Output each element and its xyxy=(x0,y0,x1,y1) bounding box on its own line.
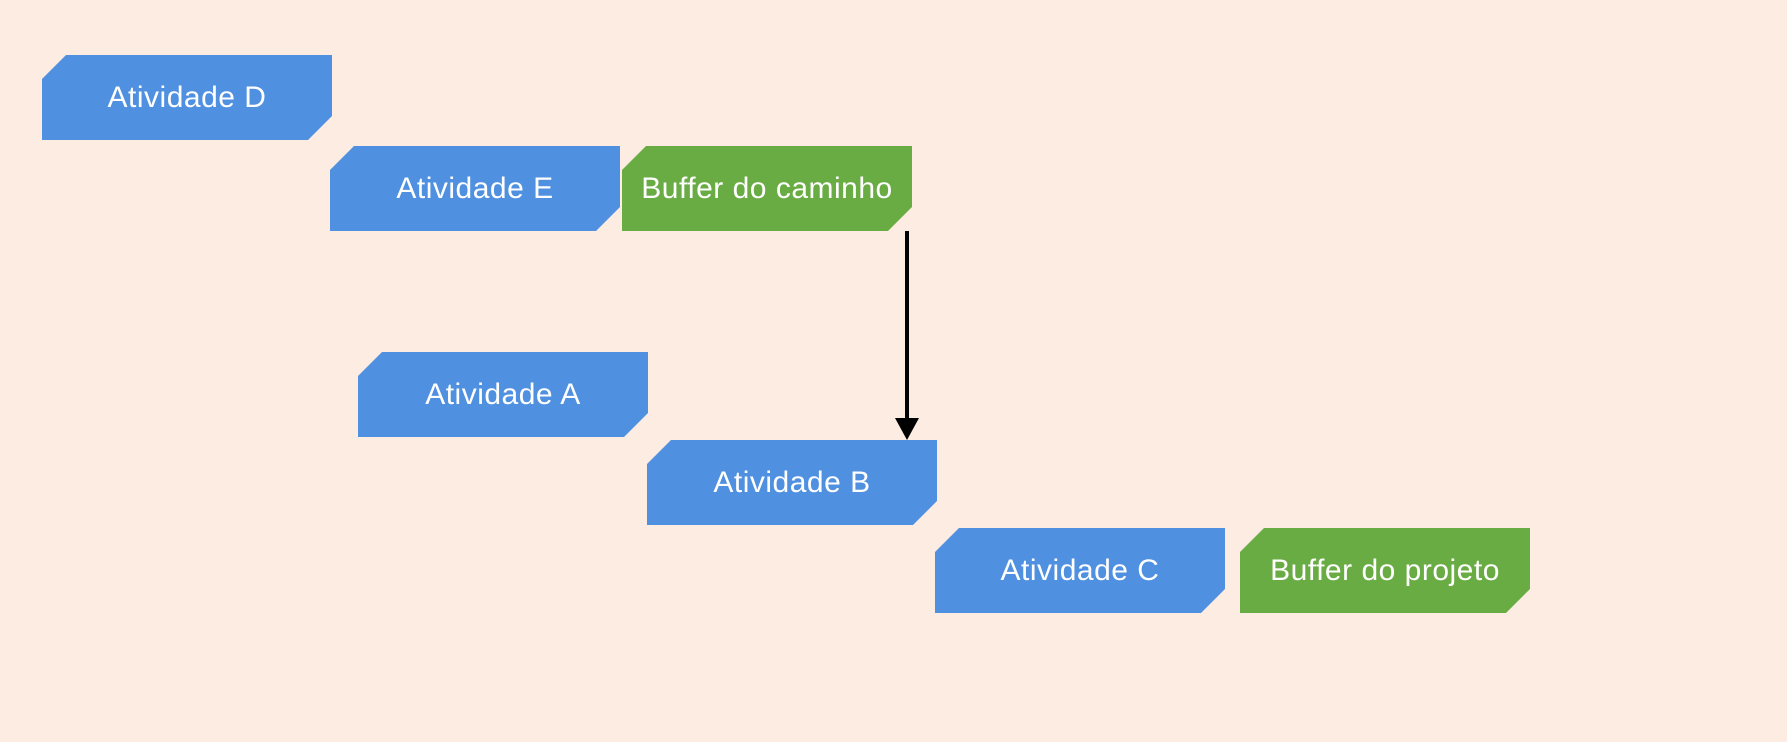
path-buffer-box: Buffer do caminho xyxy=(622,146,912,231)
activity-d-label: Atividade D xyxy=(108,79,267,117)
activity-c-box: Atividade C xyxy=(935,528,1225,613)
dependency-arrow-line xyxy=(905,231,909,418)
project-buffer-label: Buffer do projeto xyxy=(1270,552,1500,590)
activity-e-box: Atividade E xyxy=(330,146,620,231)
activity-a-box: Atividade A xyxy=(358,352,648,437)
activity-b-box: Atividade B xyxy=(647,440,937,525)
activity-a-label: Atividade A xyxy=(425,376,581,414)
diagram-stage: Atividade D Atividade E Buffer do caminh… xyxy=(0,0,1787,742)
activity-e-label: Atividade E xyxy=(396,170,553,208)
activity-c-label: Atividade C xyxy=(1001,552,1160,590)
dependency-arrow-head-icon xyxy=(895,418,919,440)
path-buffer-label: Buffer do caminho xyxy=(641,170,892,208)
project-buffer-box: Buffer do projeto xyxy=(1240,528,1530,613)
activity-d-box: Atividade D xyxy=(42,55,332,140)
activity-b-label: Atividade B xyxy=(713,464,870,502)
